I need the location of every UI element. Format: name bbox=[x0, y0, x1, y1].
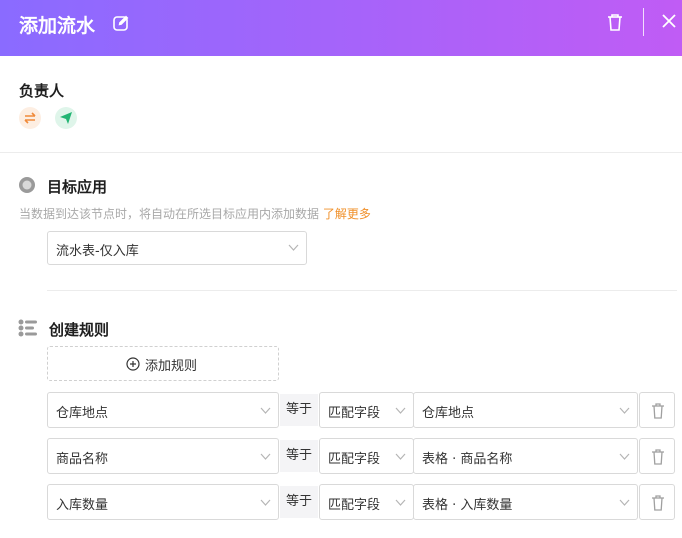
rule-operator: 等于 bbox=[280, 486, 318, 518]
rule-operator: 等于 bbox=[280, 394, 318, 426]
rule-field-value: 仓库地点 bbox=[56, 406, 109, 421]
rule-field-value: 商品名称 bbox=[56, 452, 109, 467]
edit-icon[interactable] bbox=[112, 14, 130, 32]
chevron-down-icon bbox=[260, 453, 271, 460]
drawer-title: 添加流水 bbox=[19, 15, 96, 37]
delete-rule-button[interactable] bbox=[639, 392, 675, 428]
target-app-select-value: 流水表-仅入库 bbox=[56, 244, 139, 259]
plus-circle-icon bbox=[126, 357, 140, 371]
header-divider bbox=[643, 8, 644, 36]
rule-value-value: 表格 · 商品名称 bbox=[422, 452, 513, 467]
chevron-down-icon bbox=[260, 499, 271, 506]
rules-icon bbox=[18, 319, 37, 337]
rule-mode-select[interactable]: 匹配字段 bbox=[319, 438, 414, 474]
delete-rule-button[interactable] bbox=[639, 438, 675, 474]
rule-field-select[interactable]: 商品名称 bbox=[47, 438, 279, 474]
target-app-description-text: 当数据到达该节点时，将自动在所选目标应用内添加数据 bbox=[19, 207, 320, 221]
swap-icon[interactable] bbox=[19, 107, 41, 129]
chevron-down-icon bbox=[288, 244, 299, 251]
rule-field-select[interactable]: 仓库地点 bbox=[47, 392, 279, 428]
chevron-down-icon bbox=[619, 407, 630, 414]
chevron-down-icon bbox=[395, 453, 406, 460]
target-app-label: 目标应用 bbox=[47, 178, 108, 196]
rule-value-select[interactable]: 表格 · 入库数量 bbox=[413, 484, 638, 520]
trash-icon bbox=[652, 403, 664, 419]
trash-icon bbox=[652, 449, 664, 465]
close-icon[interactable] bbox=[660, 12, 678, 30]
chevron-down-icon bbox=[395, 499, 406, 506]
rule-value-select[interactable]: 仓库地点 bbox=[413, 392, 638, 428]
rule-mode-value: 匹配字段 bbox=[328, 406, 381, 421]
drawer-header: 添加流水 bbox=[0, 0, 682, 56]
rule-value-value: 仓库地点 bbox=[422, 406, 475, 421]
owner-label: 负责人 bbox=[19, 82, 65, 100]
target-app-select[interactable]: 流水表-仅入库 bbox=[47, 231, 307, 265]
delete-node-icon[interactable] bbox=[606, 12, 624, 32]
delete-rule-button[interactable] bbox=[639, 484, 675, 520]
section-divider bbox=[47, 290, 677, 291]
rule-operator: 等于 bbox=[280, 440, 318, 472]
chevron-down-icon bbox=[619, 499, 630, 506]
rule-mode-select[interactable]: 匹配字段 bbox=[319, 392, 414, 428]
rule-field-select[interactable]: 入库数量 bbox=[47, 484, 279, 520]
chevron-down-icon bbox=[619, 453, 630, 460]
trash-icon bbox=[652, 495, 664, 511]
learn-more-link[interactable]: 了解更多 bbox=[323, 207, 371, 221]
rule-mode-value: 匹配字段 bbox=[328, 452, 381, 467]
add-rule-label: 添加规则 bbox=[145, 359, 198, 374]
section-divider bbox=[0, 152, 682, 153]
chevron-down-icon bbox=[395, 407, 406, 414]
rule-value-select[interactable]: 表格 · 商品名称 bbox=[413, 438, 638, 474]
target-app-icon bbox=[19, 177, 35, 193]
send-icon[interactable] bbox=[55, 107, 77, 129]
rules-label: 创建规则 bbox=[49, 321, 110, 339]
chevron-down-icon bbox=[260, 407, 271, 414]
rule-mode-value: 匹配字段 bbox=[328, 498, 381, 513]
target-app-description: 当数据到达该节点时，将自动在所选目标应用内添加数据 了解更多 bbox=[19, 205, 371, 222]
rule-mode-select[interactable]: 匹配字段 bbox=[319, 484, 414, 520]
add-rule-button[interactable]: 添加规则 bbox=[47, 346, 279, 381]
rule-value-value: 表格 · 入库数量 bbox=[422, 498, 513, 513]
rule-field-value: 入库数量 bbox=[56, 498, 109, 513]
